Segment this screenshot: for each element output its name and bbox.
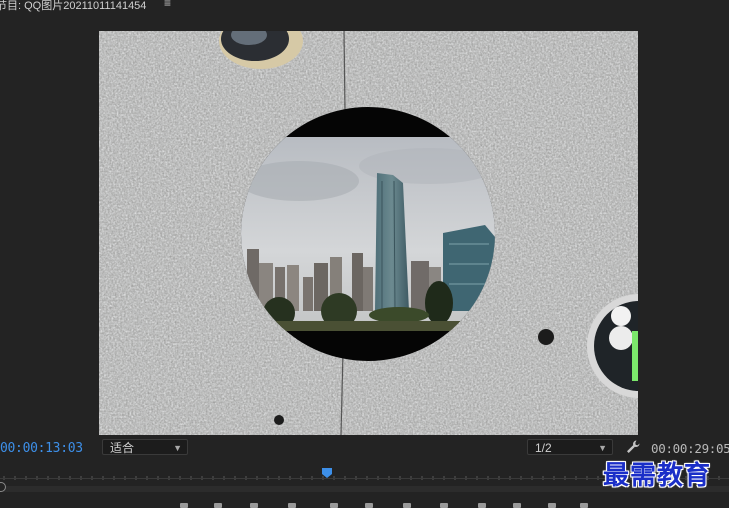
transport-button[interactable] [548,503,556,508]
panel-title: 节目: QQ图片20211011141454 [0,0,147,12]
chevron-down-icon: ▼ [598,443,607,453]
resolution-select-value: 1/2 [535,441,552,455]
transport-button[interactable] [365,503,373,508]
program-monitor-viewer[interactable] [99,31,638,435]
transport-button[interactable] [250,503,258,508]
transport-buttons [0,500,729,508]
transport-button[interactable] [214,503,222,508]
transport-button[interactable] [288,503,296,508]
fit-select-value: 适合 [110,441,135,455]
viewer-frame-image [99,31,638,435]
wrench-icon[interactable] [625,439,641,455]
fit-select[interactable]: 适合 ▼ [102,439,188,455]
hamburger-icon[interactable]: ≡ [164,0,171,10]
panel-header: 节目: QQ图片20211011141454 ≡ [0,0,729,12]
transport-button[interactable] [180,503,188,508]
watermark-text: 最需教育 [603,461,712,491]
transport-button[interactable] [330,503,338,508]
transport-button[interactable] [513,503,521,508]
transport-button[interactable] [580,503,588,508]
chevron-down-icon: ▼ [173,443,182,453]
resolution-select[interactable]: 1/2 ▼ [527,439,613,455]
transport-button[interactable] [403,503,411,508]
current-timecode[interactable]: 00:00:13:03 [0,441,83,456]
playhead-marker[interactable] [322,468,333,478]
transport-button[interactable] [440,503,448,508]
transport-button[interactable] [478,503,486,508]
duration-timecode: 00:00:29:05 [651,441,729,456]
